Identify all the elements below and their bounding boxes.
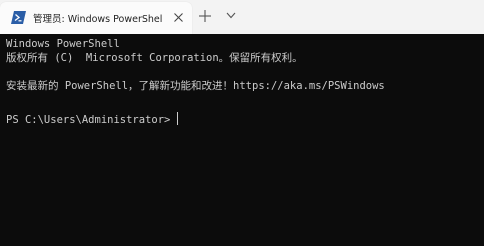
tab-title: 管理员: Windows PowerShell xyxy=(33,14,163,25)
terminal-output[interactable]: Windows PowerShell 版权所有 (C) Microsoft Co… xyxy=(0,34,484,246)
terminal-line: Windows PowerShell xyxy=(6,38,120,50)
prompt-text: PS C:\Users\Administrator> xyxy=(6,114,171,126)
powershell-icon xyxy=(11,11,26,24)
plus-icon[interactable] xyxy=(198,9,212,23)
terminal-line: 版权所有 (C) Microsoft Corporation。保留所有权利。 xyxy=(6,52,303,64)
terminal-window: 管理员: Windows PowerShell Windows PowerShe… xyxy=(0,0,484,246)
tab-powershell[interactable]: 管理员: Windows PowerShell xyxy=(0,2,192,34)
terminal-line: 安装最新的 PowerShell，了解新功能和改进！https://aka.ms… xyxy=(6,80,385,92)
close-icon[interactable] xyxy=(173,12,184,23)
tab-bar: 管理员: Windows PowerShell xyxy=(0,0,484,34)
chevron-down-icon[interactable] xyxy=(226,12,236,19)
text-cursor xyxy=(177,112,179,125)
prompt-line: PS C:\Users\Administrator> xyxy=(6,112,179,127)
